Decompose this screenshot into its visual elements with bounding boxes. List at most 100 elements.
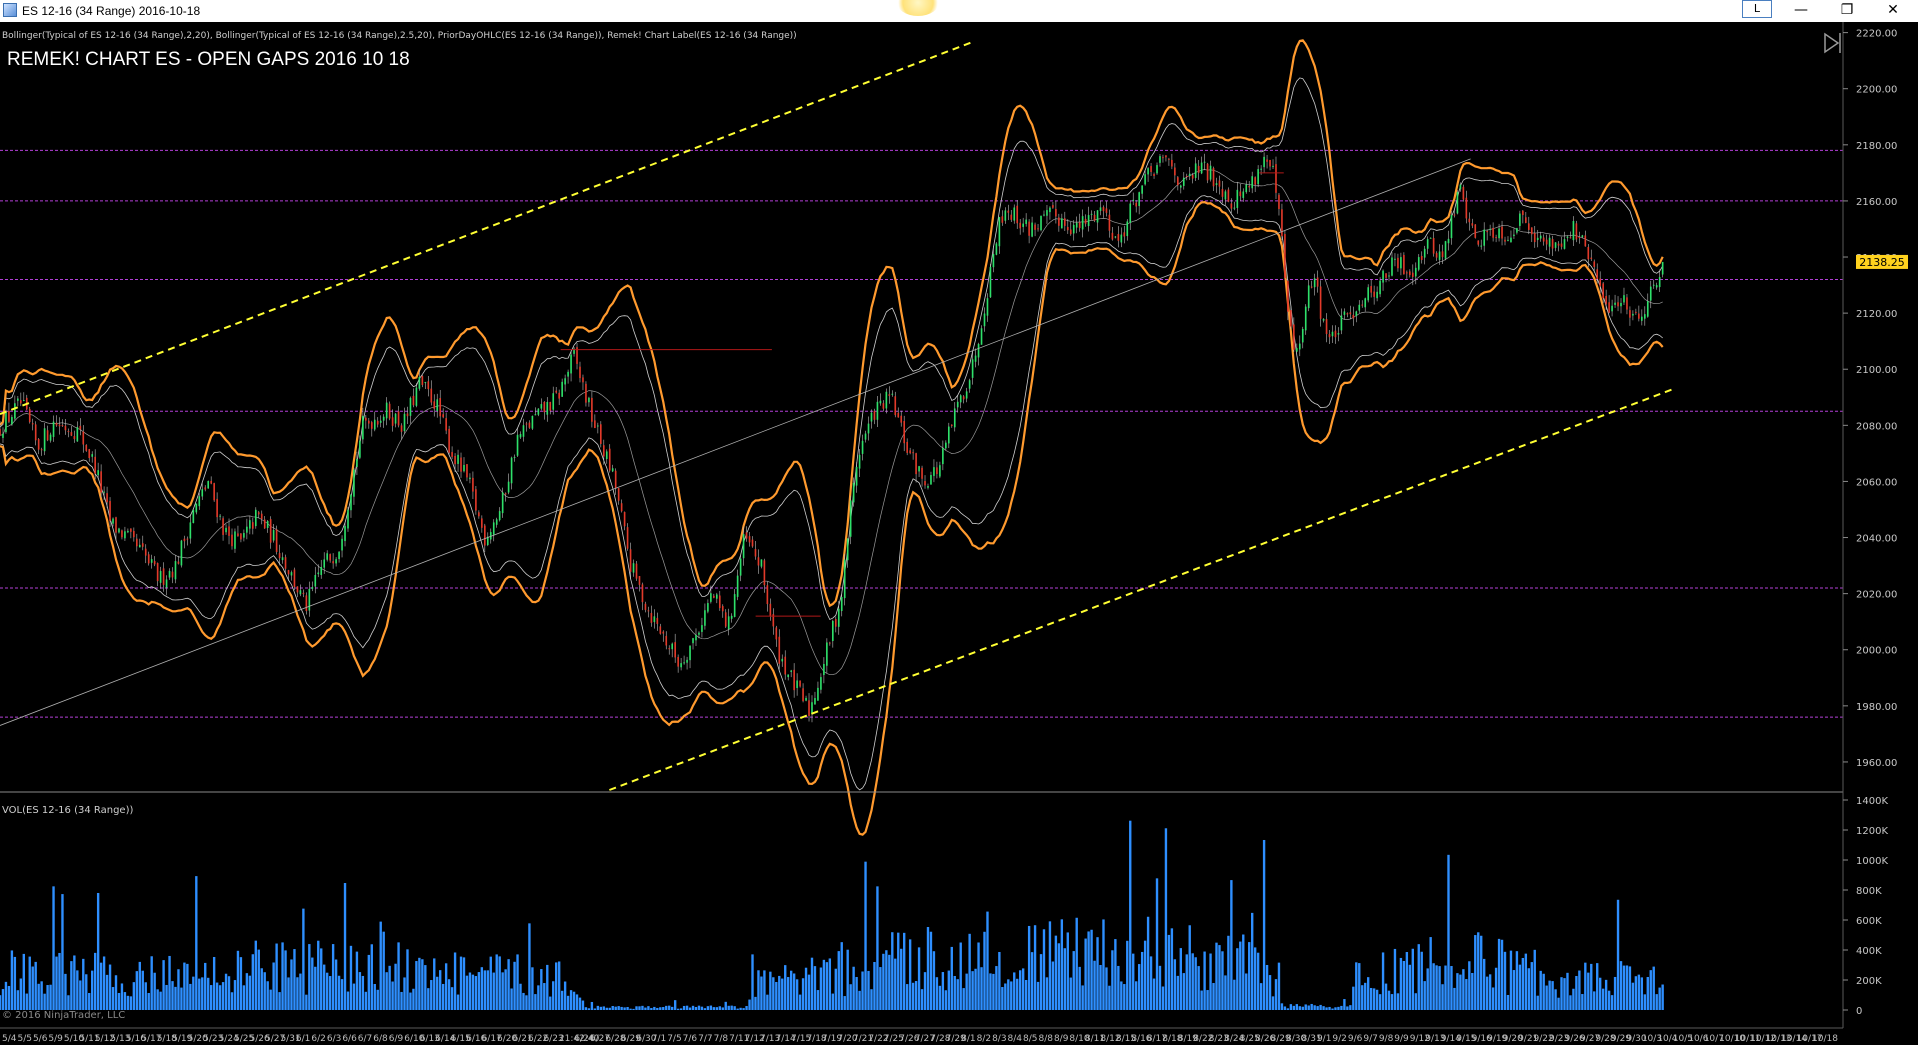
candle-body — [373, 419, 376, 430]
candle-body — [412, 395, 415, 406]
volume-bar — [795, 979, 799, 1010]
candle-body — [843, 559, 846, 599]
minimize-button[interactable]: — — [1778, 0, 1824, 22]
volume-bar — [1245, 973, 1248, 1010]
candle-body — [721, 606, 724, 612]
candle-body — [362, 415, 364, 440]
candle-body — [1212, 168, 1215, 187]
candle-body — [243, 533, 245, 538]
candle-body — [228, 526, 230, 536]
volume-bar — [1616, 899, 1620, 1010]
candle-body — [341, 538, 343, 551]
volume-tick-label: 1000K — [1856, 856, 1888, 867]
candle-body — [1480, 245, 1483, 247]
candle-body — [186, 538, 189, 540]
volume-bar — [537, 985, 540, 1010]
volume-bar — [358, 972, 362, 1010]
volume-bar — [1117, 965, 1120, 1010]
volume-bar — [519, 983, 522, 1010]
volume-bar — [885, 950, 888, 1010]
candle-body — [466, 464, 468, 478]
volume-bar — [1325, 1007, 1328, 1010]
close-button[interactable]: ✕ — [1870, 0, 1916, 22]
volume-bar — [1491, 987, 1495, 1010]
volume-bar — [1515, 951, 1519, 1010]
candle-body — [2, 433, 4, 438]
chart-canvas[interactable]: 2220.002200.002180.002160.002140.002120.… — [0, 22, 1918, 1045]
candle-body — [234, 531, 236, 549]
candle-body — [677, 657, 679, 667]
volume-bar — [543, 983, 546, 1010]
candle-body — [1150, 166, 1152, 172]
candle-body — [1581, 235, 1584, 237]
candle-body — [115, 517, 117, 533]
price-tick-label: 2120.00 — [1856, 309, 1897, 320]
volume-bar — [1292, 1005, 1296, 1010]
candle-body — [1319, 286, 1322, 319]
volume-bar — [781, 978, 784, 1010]
candle-body — [1304, 306, 1307, 331]
volume-bar — [165, 984, 168, 1010]
candle-body — [1153, 174, 1155, 176]
candle-body — [849, 500, 852, 537]
volume-bar — [1042, 929, 1046, 1010]
volume-bar — [1649, 970, 1652, 1010]
candle-body — [641, 584, 644, 603]
candle-body — [1117, 234, 1120, 241]
candle-body — [207, 481, 210, 489]
candle-body — [448, 428, 450, 453]
volume-bar — [965, 973, 968, 1010]
volume-bar — [932, 951, 936, 1010]
candle-body — [748, 536, 751, 543]
volume-bar — [1628, 966, 1632, 1010]
l-button[interactable]: L — [1742, 0, 1772, 18]
candle-body — [1545, 239, 1548, 245]
volume-bar — [700, 1006, 704, 1010]
candle-body — [76, 427, 79, 442]
candle-body — [912, 452, 914, 454]
candle-body — [1284, 234, 1286, 279]
volume-bar — [1063, 948, 1066, 1010]
volume-bar — [1256, 952, 1260, 1010]
volume-bar — [632, 1008, 635, 1010]
volume-bar — [207, 977, 210, 1010]
candle-body — [956, 401, 959, 408]
candle-body — [724, 612, 727, 627]
candle-body — [1355, 311, 1358, 316]
volume-bar — [204, 962, 207, 1010]
volume-bar — [894, 958, 897, 1010]
candle-body — [475, 489, 477, 511]
window-titlebar: ES 12-16 (34 Range) 2016-10-18 L — ❐ ✕ — [0, 0, 1918, 22]
candle-body — [367, 420, 370, 424]
volume-bar — [659, 1007, 662, 1010]
volume-bar — [891, 932, 894, 1010]
volume-bar — [599, 1006, 603, 1010]
volume-bar — [819, 967, 823, 1010]
candle-body — [1182, 177, 1185, 186]
volume-bar — [602, 1006, 605, 1010]
candle-body — [0, 429, 1, 436]
candle-body — [787, 674, 790, 678]
candle-body — [305, 595, 308, 612]
candle-body — [1221, 188, 1224, 197]
candle-body — [1346, 313, 1349, 315]
volume-bar — [766, 994, 769, 1010]
restore-button[interactable]: ❐ — [1824, 0, 1870, 22]
candle-body — [921, 467, 923, 479]
candle-body — [302, 592, 305, 594]
candle-body — [231, 534, 233, 547]
volume-bar — [76, 970, 79, 1010]
candle-body — [930, 475, 932, 485]
volume-bar — [1488, 974, 1492, 1010]
candle-body — [680, 663, 682, 668]
candle-body — [834, 618, 837, 627]
volume-bar — [840, 942, 843, 1010]
volume-bar — [1593, 991, 1596, 1010]
volume-bar — [549, 996, 552, 1010]
candle-body — [1313, 278, 1316, 288]
volume-bar — [581, 1000, 585, 1010]
candle-body — [1477, 240, 1480, 245]
volume-bar — [810, 957, 814, 1010]
candle-body — [1159, 156, 1161, 163]
volume-bar — [349, 945, 353, 1010]
